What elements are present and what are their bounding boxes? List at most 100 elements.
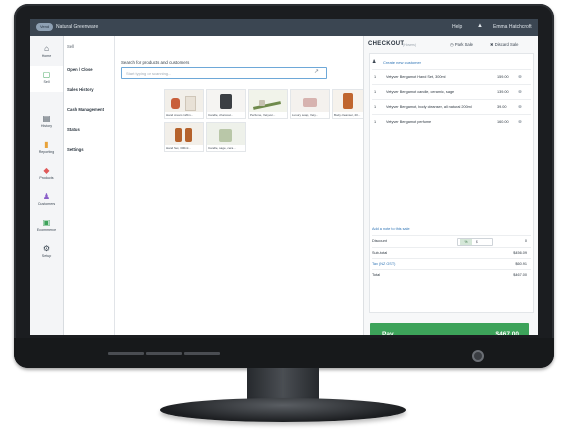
- line-name: Vetyver Bergamot perfume: [386, 120, 432, 124]
- cart-line[interactable]: 1 Vetyver Bergamot Hand Set, 300ml 159.0…: [372, 69, 531, 84]
- remove-line-icon[interactable]: ⊗: [518, 70, 522, 84]
- search-input[interactable]: Start typing or scanning...: [121, 67, 327, 79]
- product-image: [291, 90, 329, 112]
- pay-amount: $467.00: [495, 331, 520, 335]
- product-label: Hand cream 120m...: [166, 113, 194, 117]
- product-tile[interactable]: Candle, charcoal...: [206, 89, 246, 119]
- product-image: [165, 90, 203, 112]
- person-icon: ♟: [372, 59, 377, 65]
- remove-line-icon[interactable]: ⊗: [518, 85, 522, 99]
- cart: ♟ Create new customer 1 Vetyver Bergamot…: [369, 53, 534, 313]
- line-price: 39.00: [497, 105, 507, 109]
- bell-icon[interactable]: ▲: [477, 23, 483, 29]
- product-label: Candle, sage, cera...: [208, 146, 236, 150]
- power-button[interactable]: [472, 350, 484, 362]
- product-tile[interactable]: Luxury soap, Vety...: [290, 89, 330, 119]
- product-label: Luxury soap, Vety...: [292, 113, 319, 117]
- customers-icon: ♟: [42, 192, 51, 201]
- submenu-status[interactable]: Status: [67, 127, 80, 132]
- history-icon: ▤: [42, 114, 51, 123]
- discard-sale-label: Discard Sale: [494, 42, 519, 47]
- nav-customers[interactable]: ♟ Customers: [30, 188, 63, 214]
- product-tile[interactable]: Hand cream 120m...: [164, 89, 204, 119]
- cart-line[interactable]: 1 Vetyver Bergamot perfume 160.00 ⊗: [372, 114, 531, 129]
- discount-value[interactable]: 0: [525, 236, 527, 247]
- nav-label: Customers: [37, 202, 56, 206]
- products-icon: ◆: [43, 166, 50, 175]
- cart-line[interactable]: 1 Vetyver Bergamot candle, ceramic, sage…: [372, 84, 531, 99]
- product-panel: Search for products and customers Start …: [115, 36, 364, 335]
- pay-label: Pay: [382, 331, 394, 335]
- product-tile[interactable]: Candle, sage, cera...: [206, 122, 246, 152]
- submenu-settings[interactable]: Settings: [67, 147, 84, 152]
- nav-label: Sell: [43, 80, 50, 84]
- product-label: Hand Set, 300ml...: [166, 146, 191, 150]
- screen: Vend Natural Greenware Help ▲ Emma Hatch…: [30, 19, 538, 335]
- help-link[interactable]: Help: [452, 24, 462, 30]
- nav-reporting[interactable]: ▮ Reporting: [30, 136, 63, 162]
- cart-line[interactable]: 1 Vetyver Bergamot, body cleanser, all n…: [372, 99, 531, 114]
- nav-label: Ecommerce: [36, 228, 57, 232]
- setup-icon: ⚙: [42, 244, 51, 253]
- nav-label: History: [40, 124, 53, 128]
- pay-button[interactable]: Pay $467.00: [370, 323, 529, 335]
- home-icon: ⌂: [44, 44, 49, 53]
- monitor-vent: [184, 352, 220, 355]
- product-label: Body cleanser, 20...: [334, 113, 361, 117]
- line-qty: 1: [374, 105, 377, 109]
- discount-label: Discount: [372, 239, 387, 243]
- nav-label: Reporting: [38, 150, 55, 154]
- discount-percent-option[interactable]: %: [460, 239, 472, 245]
- nav-setup[interactable]: ⚙ Setup: [30, 240, 63, 266]
- nav-label: Products: [39, 176, 54, 180]
- discount-row: Discount % $ 0: [372, 235, 531, 247]
- line-name: Vetyver Bergamot Hand Set, 300ml: [386, 75, 446, 79]
- monitor-vent: [108, 352, 144, 355]
- discount-dollar-option[interactable]: $: [476, 239, 478, 245]
- product-label: Candle, charcoal...: [208, 113, 234, 117]
- remove-line-icon[interactable]: ⊗: [518, 115, 522, 129]
- sell-icon: ▢: [42, 70, 51, 79]
- nav-home[interactable]: ⌂ Home: [30, 40, 63, 66]
- user-menu[interactable]: Emma Hatchcroft: [493, 24, 532, 30]
- reporting-icon: ▮: [44, 140, 49, 149]
- discount-type-toggle[interactable]: % $: [457, 238, 493, 246]
- ecommerce-icon: ▣: [42, 218, 51, 227]
- nav-history[interactable]: ▤ History: [30, 110, 63, 136]
- product-image: [249, 90, 287, 112]
- product-image: [207, 90, 245, 112]
- line-qty: 1: [374, 90, 377, 94]
- brand-badge[interactable]: Vend: [36, 23, 53, 31]
- app-topbar: Vend Natural Greenware Help ▲ Emma Hatch…: [30, 19, 538, 36]
- submenu-sales-history[interactable]: Sales History: [67, 87, 94, 92]
- monitor-stand-base: [160, 398, 406, 422]
- subtotal-label: Sub-total: [372, 251, 388, 255]
- park-sale-button[interactable]: ◷ Park Sale: [450, 42, 473, 47]
- submenu-open-close[interactable]: Open / Close: [67, 67, 93, 72]
- add-note-link[interactable]: Add a note to this sale: [372, 227, 410, 231]
- total-row: Total $467.00: [372, 269, 531, 281]
- product-tile[interactable]: Body cleanser, 20...: [332, 89, 364, 119]
- tax-label[interactable]: Tax (NZ GST): [372, 262, 395, 266]
- product-image: [333, 90, 363, 112]
- search-icon: ↗: [314, 69, 320, 75]
- total-value: $467.00: [513, 273, 527, 277]
- nav-products[interactable]: ◆ Products: [30, 162, 63, 188]
- product-tile[interactable]: Hand Set, 300ml...: [164, 122, 204, 152]
- nav-label: Setup: [41, 254, 52, 258]
- store-name: Natural Greenware: [56, 24, 99, 30]
- checkout-panel: CHECKOUT (Hovers) ◷ Park Sale ✖ Discard …: [363, 36, 538, 335]
- product-tile[interactable]: Perfume, Vetyver...: [248, 89, 288, 119]
- total-label: Total: [372, 273, 381, 277]
- nav-ecommerce[interactable]: ▣ Ecommerce: [30, 214, 63, 240]
- monitor-vent: [146, 352, 182, 355]
- nav-sell[interactable]: ▢ Sell: [30, 66, 63, 92]
- remove-line-icon[interactable]: ⊗: [518, 100, 522, 114]
- submenu-cash-management[interactable]: Cash Management: [67, 107, 104, 112]
- line-qty: 1: [374, 120, 377, 124]
- discard-sale-button[interactable]: ✖ Discard Sale: [490, 42, 518, 47]
- line-price: 159.00: [497, 75, 509, 79]
- add-customer-link[interactable]: Create new customer: [383, 60, 421, 65]
- submenu-sell[interactable]: Sell: [67, 44, 74, 49]
- main-nav-rail: ⌂ Home ▢ Sell ▤ History ▮ Reporting ◆ Pr…: [30, 36, 64, 335]
